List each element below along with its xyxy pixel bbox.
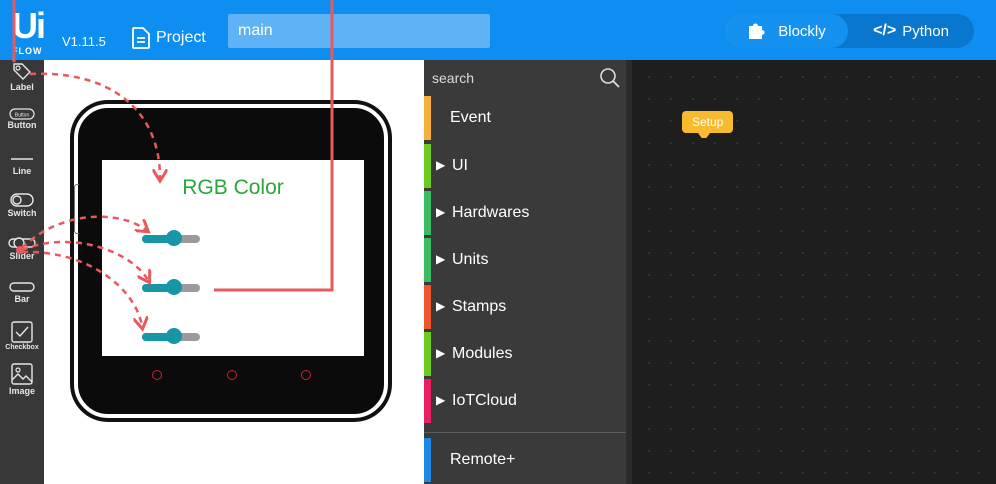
category-divider [424, 432, 626, 433]
logo-text: Ui [12, 5, 46, 46]
expand-arrow-icon: ▶ [436, 299, 446, 313]
expand-arrow-icon: ▶ [436, 393, 446, 407]
slider-knob[interactable] [165, 328, 182, 344]
category-stamps[interactable]: ▶ Stamps [424, 285, 626, 329]
blockly-label: Blockly [778, 22, 826, 40]
component-switch-text: Switch [7, 208, 37, 218]
component-checkbox[interactable]: Checkbox [0, 320, 44, 351]
button-pill-icon: Button [9, 108, 35, 120]
label-tag-icon [13, 63, 31, 80]
screen-title-label[interactable]: RGB Color [102, 176, 364, 200]
category-ui[interactable]: ▶ UI [424, 144, 626, 188]
category-color-bar [424, 96, 431, 140]
project-name-input[interactable] [228, 14, 490, 48]
uiflow-logo: Ui FLOW [12, 6, 54, 57]
category-label: Remote+ [450, 451, 516, 468]
component-bar-text: Bar [14, 294, 30, 304]
device-button-b[interactable] [227, 370, 237, 380]
component-line[interactable]: Line [0, 152, 44, 176]
line-icon [11, 158, 33, 160]
component-slider-text: Slider [9, 251, 35, 261]
category-remote[interactable]: Remote+ [424, 438, 626, 482]
screen-slider[interactable] [142, 279, 200, 295]
category-label: Stamps [452, 298, 507, 315]
expand-arrow-icon: ▶ [436, 158, 446, 172]
screen-slider[interactable] [142, 230, 200, 246]
category-label: Units [452, 251, 489, 268]
component-image-text: Image [8, 386, 35, 396]
expand-arrow-icon: ▶ [436, 205, 446, 219]
screen-slider[interactable] [142, 328, 200, 344]
category-color-bar [424, 438, 431, 482]
category-color-bar [424, 144, 431, 188]
python-mode-button[interactable]: </> Python [848, 14, 974, 48]
slider-knob[interactable] [165, 279, 182, 295]
project-button[interactable]: Project [132, 24, 206, 52]
expand-arrow-icon: ▶ [436, 252, 446, 266]
expand-arrow-icon: ▶ [436, 346, 446, 360]
category-color-bar [424, 285, 431, 329]
setup-block[interactable]: Setup [682, 111, 734, 133]
category-iotcloud[interactable]: ▶ IoTCloud [424, 379, 626, 423]
category-color-bar [424, 379, 431, 423]
search-label[interactable]: search [432, 70, 474, 86]
top-header: Ui FLOW V1.11.5 Project Blockly </> Pyth… [0, 0, 996, 60]
category-color-bar [424, 191, 431, 235]
component-switch[interactable]: Switch [0, 192, 44, 218]
component-checkbox-text: Checkbox [5, 344, 39, 351]
category-label: Event [450, 109, 491, 126]
category-units[interactable]: ▶ Units [424, 238, 626, 282]
slider-knob[interactable] [165, 230, 182, 246]
code-brackets-icon: </> [873, 22, 897, 39]
component-slider[interactable]: Slider [0, 235, 44, 261]
category-hardwares[interactable]: ▶ Hardwares [424, 191, 626, 235]
puzzle-piece-icon [749, 23, 765, 39]
blockly-mode-button[interactable]: Blockly [724, 14, 848, 48]
category-label: IoTCloud [452, 392, 517, 409]
document-icon [132, 27, 150, 49]
device-button-a[interactable] [152, 370, 162, 380]
search-icon[interactable] [598, 66, 622, 90]
category-label: UI [452, 157, 468, 174]
switch-icon [10, 193, 34, 207]
component-image[interactable]: Image [0, 362, 44, 396]
component-label-text: Label [10, 82, 34, 92]
component-button-text: Button [7, 120, 37, 130]
checkbox-icon [11, 321, 33, 343]
image-icon [11, 363, 33, 385]
category-label: Hardwares [452, 204, 530, 221]
mode-switch: Blockly </> Python [724, 14, 974, 48]
component-line-text: Line [12, 166, 32, 176]
bar-icon [9, 282, 35, 292]
version-label: V1.11.5 [62, 34, 106, 49]
python-label: Python [902, 22, 949, 40]
device-button-c[interactable] [301, 370, 311, 380]
category-modules[interactable]: ▶ Modules [424, 332, 626, 376]
logo-subtext: FLOW [12, 46, 43, 56]
svg-text:Button: Button [15, 113, 30, 119]
category-color-bar [424, 332, 431, 376]
category-color-bar [424, 238, 431, 282]
component-button[interactable]: Button Button [0, 108, 44, 130]
device-side-port [74, 184, 79, 234]
category-event[interactable]: Event [424, 96, 626, 140]
project-label: Project [156, 29, 206, 46]
component-bar[interactable]: Bar [0, 280, 44, 304]
category-label: Modules [452, 345, 513, 362]
component-label[interactable]: Label [0, 60, 44, 92]
slider-icon [8, 237, 36, 249]
